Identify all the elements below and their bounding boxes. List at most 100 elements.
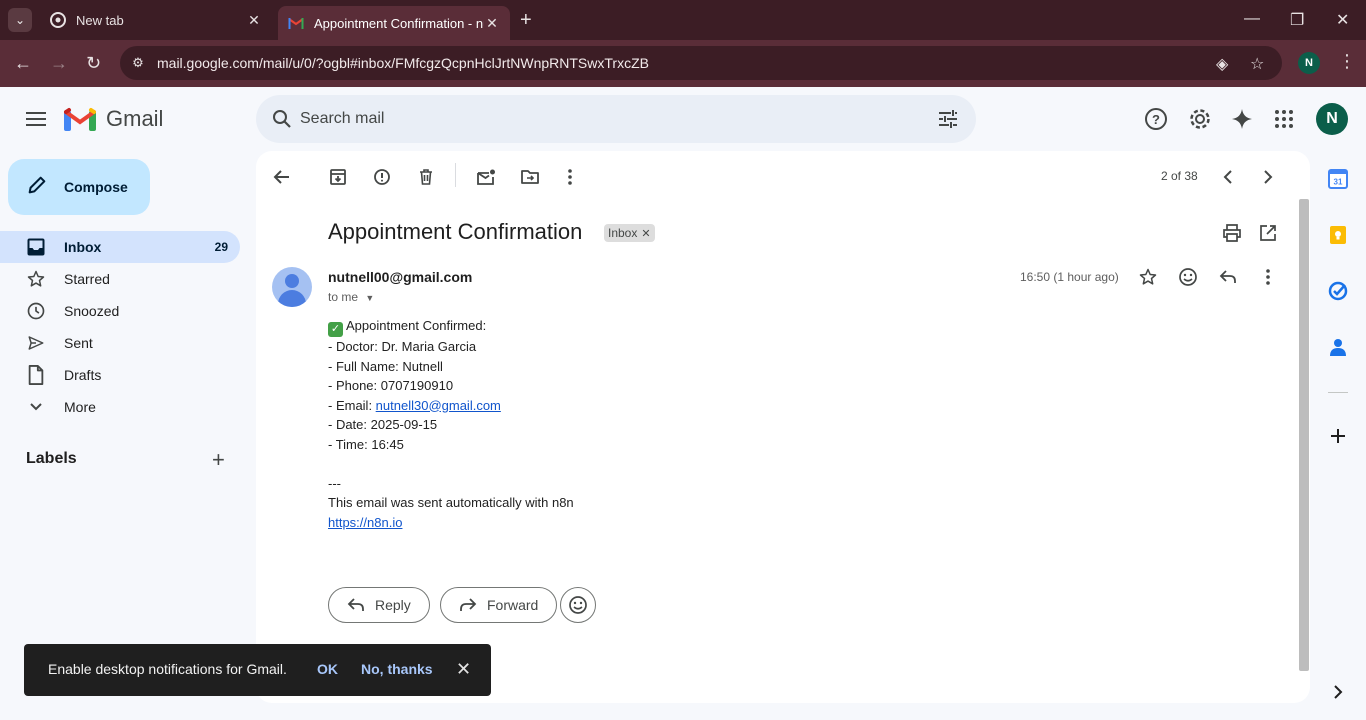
no-thanks-button[interactable]: No, thanks [361,661,433,677]
tab-title: Appointment Confirmation - nu [314,15,484,31]
browser-profile-avatar[interactable]: N [1298,52,1320,74]
message-view: 2 of 38 Appointment Confirmation Inbox ✕… [256,151,1310,703]
browser-menu-icon[interactable]: ⋮ [1338,51,1356,72]
keep-icon[interactable] [1326,223,1350,247]
body-line: - Time: 16:45 [328,436,404,452]
older-chevron-icon[interactable] [1256,165,1280,189]
browser-toolbar: ← → ↻ ⚙ mail.google.com/mail/u/0/?ogbl#i… [0,40,1366,87]
apps-grid-icon[interactable] [1272,107,1296,131]
account-avatar[interactable]: N [1316,103,1348,135]
body-line: https://n8n.io [328,513,574,533]
star-icon [26,269,46,289]
label-chip-text: Inbox [608,226,638,240]
app-name: Gmail [106,106,164,131]
forward-icon [459,597,477,613]
n8n-link[interactable]: https://n8n.io [328,515,402,530]
minimize-icon[interactable]: — [1244,10,1260,28]
message-scrollbar[interactable] [1299,199,1309,671]
inbox-unread-count: 29 [214,240,228,254]
tab-new-tab[interactable]: New tab ✕ [40,6,272,34]
mark-unread-icon[interactable] [474,165,498,189]
email-link[interactable]: nutnell30@gmail.com [376,398,501,413]
show-side-panel-chevron-icon[interactable] [1326,680,1350,704]
contacts-icon[interactable] [1326,335,1350,359]
tasks-icon[interactable] [1326,279,1350,303]
nav-item-inbox[interactable]: Inbox 29 [0,231,240,263]
check-mark-icon: ✓ [328,322,343,337]
pagination-count: 2 of 38 [1161,169,1198,183]
print-icon[interactable] [1220,221,1244,245]
forward-icon[interactable]: → [50,53,68,74]
recipient-details[interactable]: to me ▼ [328,290,374,304]
search-options-icon[interactable] [936,107,960,136]
back-icon[interactable]: ← [14,53,32,74]
nav-item-more[interactable]: More [0,391,240,423]
message-subject: Appointment Confirmation [328,219,583,244]
gmail-m-icon [64,108,96,131]
open-new-window-icon[interactable] [1256,221,1280,245]
address-bar[interactable]: ⚙ mail.google.com/mail/u/0/?ogbl#inbox/F… [120,46,1282,80]
tab-close-icon[interactable]: ✕ [246,12,262,29]
back-to-inbox-icon[interactable] [270,165,294,189]
search-icon[interactable] [270,107,294,136]
label-chip-inbox[interactable]: Inbox ✕ [604,224,655,242]
sender-email[interactable]: nutnell00@gmail.com [328,269,472,285]
settings-gear-icon[interactable] [1188,107,1212,131]
nav-item-snoozed[interactable]: Snoozed [0,295,240,327]
side-panel-divider [1328,392,1348,393]
calendar-icon[interactable]: 31 [1326,167,1350,191]
close-window-icon[interactable]: ✕ [1336,10,1349,30]
body-line: - Phone: 0707190910 [328,378,454,393]
reload-icon[interactable]: ↻ [86,53,101,74]
tab-close-icon[interactable]: ✕ [484,15,500,32]
compose-button[interactable]: Compose [8,159,150,215]
draft-file-icon [26,365,46,385]
restore-icon[interactable]: ❐ [1290,10,1304,30]
reply-icon[interactable] [1216,265,1240,289]
trash-icon[interactable] [414,165,438,189]
search-input[interactable] [300,105,900,133]
archive-icon[interactable] [326,165,350,189]
nav-item-label: More [64,399,96,415]
nav-item-sent[interactable]: Sent [0,327,240,359]
caret-down-icon[interactable]: ▼ [365,293,374,303]
toolbar-divider [455,163,456,187]
enable-notifications-ok-button[interactable]: OK [317,661,338,677]
nav-item-drafts[interactable]: Drafts [0,359,240,391]
nav-item-label: Sent [64,335,93,351]
get-addons-plus-icon[interactable] [1326,424,1350,448]
bookmark-star-icon[interactable]: ☆ [1250,54,1264,74]
report-spam-icon[interactable] [370,165,394,189]
react-emoji-button[interactable] [560,587,596,623]
site-info-icon[interactable]: ⚙ [128,53,148,73]
remove-label-icon[interactable]: ✕ [641,227,650,240]
nav-item-label: Inbox [64,239,102,255]
tab-gmail[interactable]: Appointment Confirmation - nu ✕ [278,6,510,40]
url-text[interactable]: mail.google.com/mail/u/0/?ogbl#inbox/FMf… [157,55,649,71]
message-more-icon[interactable] [1256,265,1280,289]
move-to-icon[interactable] [518,165,542,189]
snackbar-close-icon[interactable]: ✕ [456,659,471,680]
lens-icon[interactable]: ◈ [1216,54,1228,74]
svg-text:?: ? [1152,112,1160,127]
tab-search-button[interactable]: ⌄ [8,8,32,32]
support-icon[interactable]: ? [1144,107,1168,131]
main-menu-icon[interactable] [24,108,48,132]
reply-button[interactable]: Reply [328,587,430,623]
tab-title: New tab [76,12,124,28]
nav-item-starred[interactable]: Starred [0,263,240,295]
new-tab-icon[interactable]: + [520,10,532,30]
emoji-reaction-icon[interactable] [1176,265,1200,289]
star-message-icon[interactable] [1136,265,1160,289]
gemini-sparkle-icon[interactable] [1230,107,1254,131]
gmail-logo[interactable]: Gmail [64,106,163,132]
add-label-icon[interactable]: + [212,449,225,471]
search-bar [256,95,976,143]
newer-chevron-icon[interactable] [1216,165,1240,189]
more-options-icon[interactable] [558,165,582,189]
body-line: - Doctor: Dr. Maria Garcia [328,339,477,354]
forward-button[interactable]: Forward [440,587,558,623]
sender-avatar[interactable] [272,267,312,307]
emoji-icon [569,596,587,614]
message-timestamp: 16:50 (1 hour ago) [1020,270,1119,284]
